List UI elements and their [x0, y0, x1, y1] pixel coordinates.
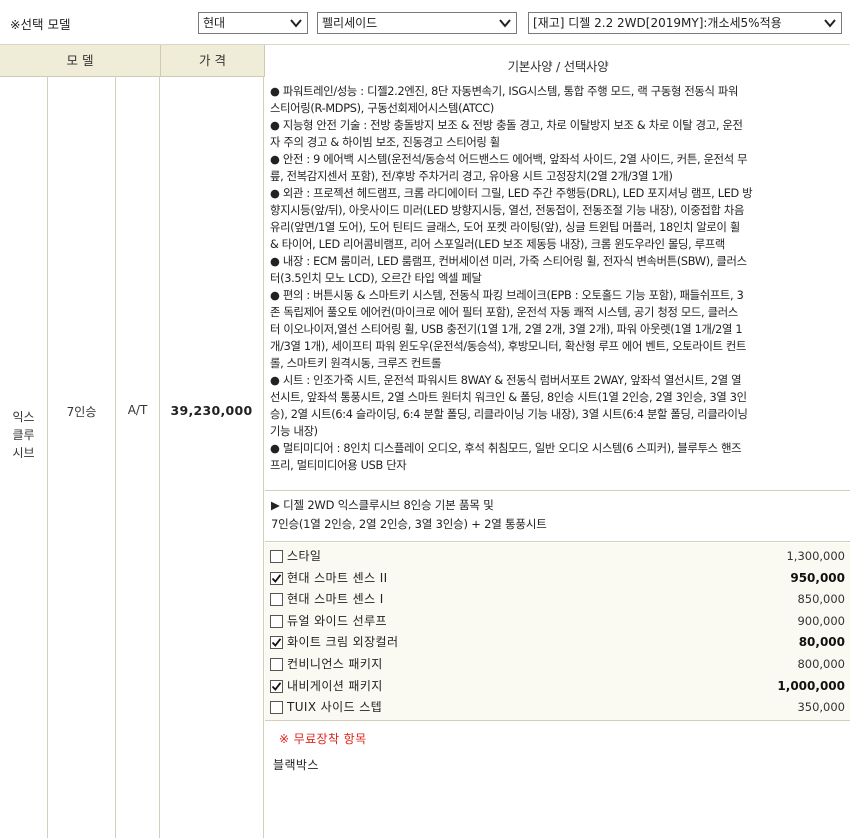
price-value: 39,230,000	[170, 403, 253, 418]
trim-select[interactable]: [재고] 디젤 2.2 2WD[2019MY]:개소세5%적용	[528, 12, 842, 34]
checkbox-checked[interactable]	[270, 571, 283, 585]
option-list: 스타일 1,300,000 현대 스마트 센스 II 950,000 현대 스마트 센스…	[265, 543, 850, 721]
model-select-value: 펠리세이드	[322, 16, 378, 30]
checkbox-unchecked[interactable]	[270, 550, 283, 563]
spec-line: 스티어링(R-MDPS), 구동선회제어시스템(ATCC)	[270, 102, 494, 115]
header-model: 모 델	[66, 53, 94, 68]
spec-line: 개/3열 1개), 세이프티 파워 윈도우(운전석/동승석), 후방모니터, 확…	[270, 340, 747, 353]
spec-line: 존 독립제어 풀오토 에어컨(마이크로 에어 필터 포함), 운전석 자동 쾌적…	[270, 306, 738, 319]
option-name: 내비게이션 패키지	[287, 678, 383, 693]
brand-select[interactable]: 현대	[198, 12, 308, 34]
option-name: 컨비니언스 패키지	[287, 656, 383, 671]
spec-line: ● 편의 : 버튼시동 & 스마트키 시스템, 전동식 파킹 브레이크(EPB …	[270, 289, 744, 302]
spec-line: ● 안전 : 9 에어백 시스템(운전석/동승석 어드밴스드 에어백, 앞좌석 …	[270, 153, 748, 166]
free-install-title: ※ 무료장착 항목	[279, 732, 367, 746]
option-row[interactable]: 스타일 1,300,000	[265, 546, 850, 568]
checkbox-unchecked[interactable]	[270, 701, 283, 715]
option-name: 스타일	[287, 549, 322, 563]
transmission-value: A/T	[127, 403, 148, 417]
trim-cell: 익스 클루 시브	[0, 77, 48, 838]
spec-line: 기능 내장)	[270, 425, 318, 438]
header-spec: 기본사양 / 선택사양	[264, 45, 850, 77]
spec-line: 프리, 멀티미디어용 USB 단자	[270, 459, 407, 472]
spec-line: ● 파워트레인/성능 : 디젤2.2엔진, 8단 자동변속기, ISG시스템, …	[270, 85, 739, 98]
option-row[interactable]: 컨비니언스 패키지 800,000	[265, 654, 850, 676]
option-name: TUIX 사이드 스텝	[287, 700, 383, 715]
checkbox-unchecked[interactable]	[270, 657, 283, 671]
spec-line: 롤, 스마트키 원격시동, 크루즈 컨트롤	[270, 357, 442, 370]
spec-line: 릎, 전복감지센서 포함), 전/후방 주차거리 경고, 유아용 시트 고정장치…	[270, 170, 673, 183]
spec-line: 유리(앞면/1열 도어), 도어 틴티드 글래스, 도어 포켓 라이팅(앞), …	[270, 221, 740, 234]
brand-select-value: 현대	[203, 16, 226, 30]
checkbox-unchecked[interactable]	[270, 614, 283, 628]
option-price: 1,300,000	[786, 549, 845, 563]
base-note-line: ▶ 디젤 2WD 익스클루시브 8인승 기본 품목 및	[271, 498, 494, 512]
option-row[interactable]: 현대 스마트 센스 I 850,000	[265, 589, 850, 611]
chevron-down-icon	[823, 15, 837, 31]
option-price: 350,000	[797, 700, 845, 715]
transmission-cell: A/T	[116, 77, 160, 838]
price-cell: 39,230,000	[160, 77, 264, 838]
spec-line: 선시트, 앞좌석 통풍시트, 2열 스마트 원터치 워크인 & 폴딩, 8인승 …	[270, 391, 747, 404]
option-name: 현대 스마트 센스 II	[287, 570, 388, 585]
base-note-line: 7인승(1열 2인승, 2열 2인승, 3열 3인승) + 2열 통풍시트	[271, 517, 547, 531]
trim-select-value: [재고] 디젤 2.2 2WD[2019MY]:개소세5%적용	[533, 16, 782, 30]
option-row[interactable]: TUIX 사이드 스텝 350,000	[265, 697, 850, 719]
spec-line: 승), 2열 시트(6:4 슬라이딩, 6:4 분할 폴딩, 리클라이닝 기능 …	[270, 408, 748, 421]
chevron-down-icon	[289, 15, 303, 31]
free-install-section: ※ 무료장착 항목 블랙박스	[265, 722, 850, 838]
option-price: 80,000	[798, 635, 845, 650]
spec-line: 터(3.5인치 모노 LCD), 오르간 타입 엑셀 페달	[270, 272, 482, 285]
header-price: 가 격	[160, 45, 264, 77]
option-row[interactable]: 현대 스마트 센스 II 950,000	[265, 568, 850, 590]
spec-line: 터 이오나이저,열선 스티어링 휠, USB 충전기(1열 1개, 2열 2개,…	[270, 323, 743, 336]
option-name: 듀얼 와이드 선루프	[287, 613, 387, 628]
option-name: 현대 스마트 센스 I	[287, 592, 384, 607]
option-row[interactable]: 내비게이션 패키지 1,000,000	[265, 676, 850, 698]
option-row[interactable]: 화이트 크림 외장컬러 80,000	[265, 632, 850, 654]
basic-spec-text: ● 파워트레인/성능 : 디젤2.2엔진, 8단 자동변속기, ISG시스템, …	[265, 77, 850, 489]
spec-line: ● 내장 : ECM 룸미러, LED 룸램프, 컨버세이션 미러, 가죽 스티…	[270, 255, 747, 268]
table-header: 모 델 가 격 기본사양 / 선택사양	[0, 45, 850, 77]
select-model-label: ※선택 모델	[10, 17, 71, 32]
option-price: 1,000,000	[777, 678, 845, 693]
base-items-note: ▶ 디젤 2WD 익스클루시브 8인승 기본 품목 및 7인승(1열 2인승, 2…	[265, 490, 850, 542]
checkbox-checked[interactable]	[270, 636, 283, 650]
model-select[interactable]: 펠리세이드	[317, 12, 517, 34]
chevron-down-icon	[498, 15, 512, 31]
option-price: 850,000	[797, 592, 845, 607]
seats-value: 7인승	[66, 405, 97, 419]
option-row[interactable]: 듀얼 와이드 선루프 900,000	[265, 611, 850, 633]
spec-line: ● 멀티미디어 : 8인치 디스플레이 오디오, 후석 취침모드, 일반 오디오…	[270, 442, 742, 455]
spec-line: ● 지능형 안전 기술 : 전방 충돌방지 보조 & 전방 충돌 경고, 차로 …	[270, 119, 743, 132]
model-select-bar: ※선택 모델 현대 펠리세이드 [재고] 디젤 2.2 2WD[2019MY]:…	[0, 0, 850, 45]
option-name: 화이트 크림 외장컬러	[287, 635, 399, 650]
option-price: 900,000	[797, 613, 845, 628]
checkbox-checked[interactable]	[270, 679, 283, 693]
spec-line: ● 시트 : 인조가죽 시트, 운전석 파워시트 8WAY & 전동식 럼버서포…	[270, 374, 742, 387]
trim-name: 익스 클루 시브	[12, 410, 35, 460]
free-install-item: 블랙박스	[273, 758, 319, 772]
spec-line: 향지시등(앞/뒤), 아웃사이드 미러(LED 방향지시등, 열선, 전동접이,…	[270, 204, 745, 217]
option-price: 800,000	[797, 656, 845, 671]
checkbox-unchecked[interactable]	[270, 593, 283, 607]
spec-line: & 타이어, LED 리어콤비램프, 리어 스포일러(LED 보조 제동등 내장…	[270, 238, 726, 251]
spec-line: 자 주의 경고 & 하이빔 보조, 진동경고 스티어링 휠	[270, 136, 500, 149]
seats-cell: 7인승	[48, 77, 116, 838]
option-price: 950,000	[790, 570, 845, 585]
spec-line: ● 외관 : 프로젝션 헤드램프, 크롬 라디에이터 그릴, LED 주간 주행…	[270, 187, 753, 200]
